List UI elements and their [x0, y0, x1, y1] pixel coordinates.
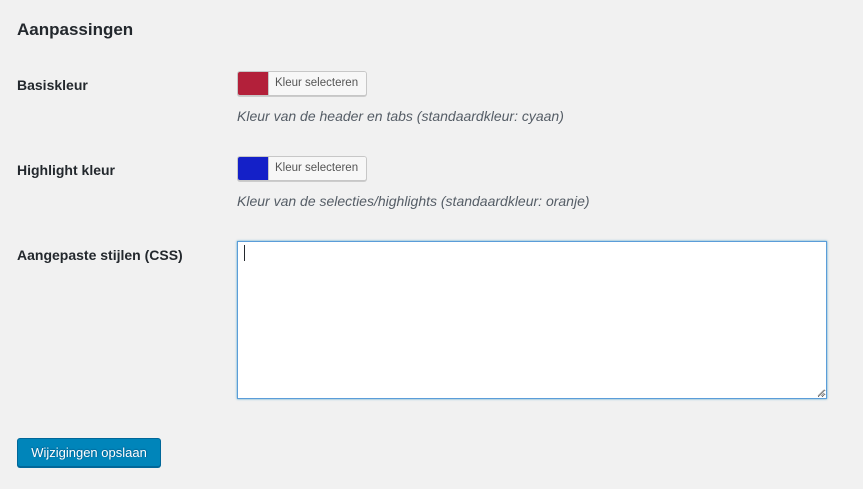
base-color-label: Basiskleur: [17, 77, 88, 93]
highlight-color-picker-button[interactable]: Kleur selecteren: [237, 156, 368, 181]
highlight-color-description: Kleur van de selecties/highlights (stand…: [237, 193, 590, 209]
base-color-description: Kleur van de header en tabs (standaardkl…: [237, 108, 564, 124]
base-color-picker-button[interactable]: Kleur selecteren: [237, 71, 368, 96]
highlight-color-label: Highlight kleur: [17, 162, 115, 178]
base-color-swatch[interactable]: [238, 72, 269, 95]
custom-css-textarea[interactable]: [237, 241, 827, 399]
text-caret: [244, 245, 245, 261]
section-title: Aanpassingen: [17, 20, 134, 39]
custom-css-label: Aangepaste stijlen (CSS): [17, 247, 183, 263]
highlight-color-picker-label: Kleur selecteren: [269, 157, 367, 180]
save-changes-button[interactable]: Wijzigingen opslaan: [17, 438, 161, 467]
highlight-color-swatch[interactable]: [238, 157, 269, 180]
settings-page: Aanpassingen Basiskleur Kleur selecteren…: [0, 0, 863, 489]
base-color-picker-label: Kleur selecteren: [269, 72, 367, 95]
